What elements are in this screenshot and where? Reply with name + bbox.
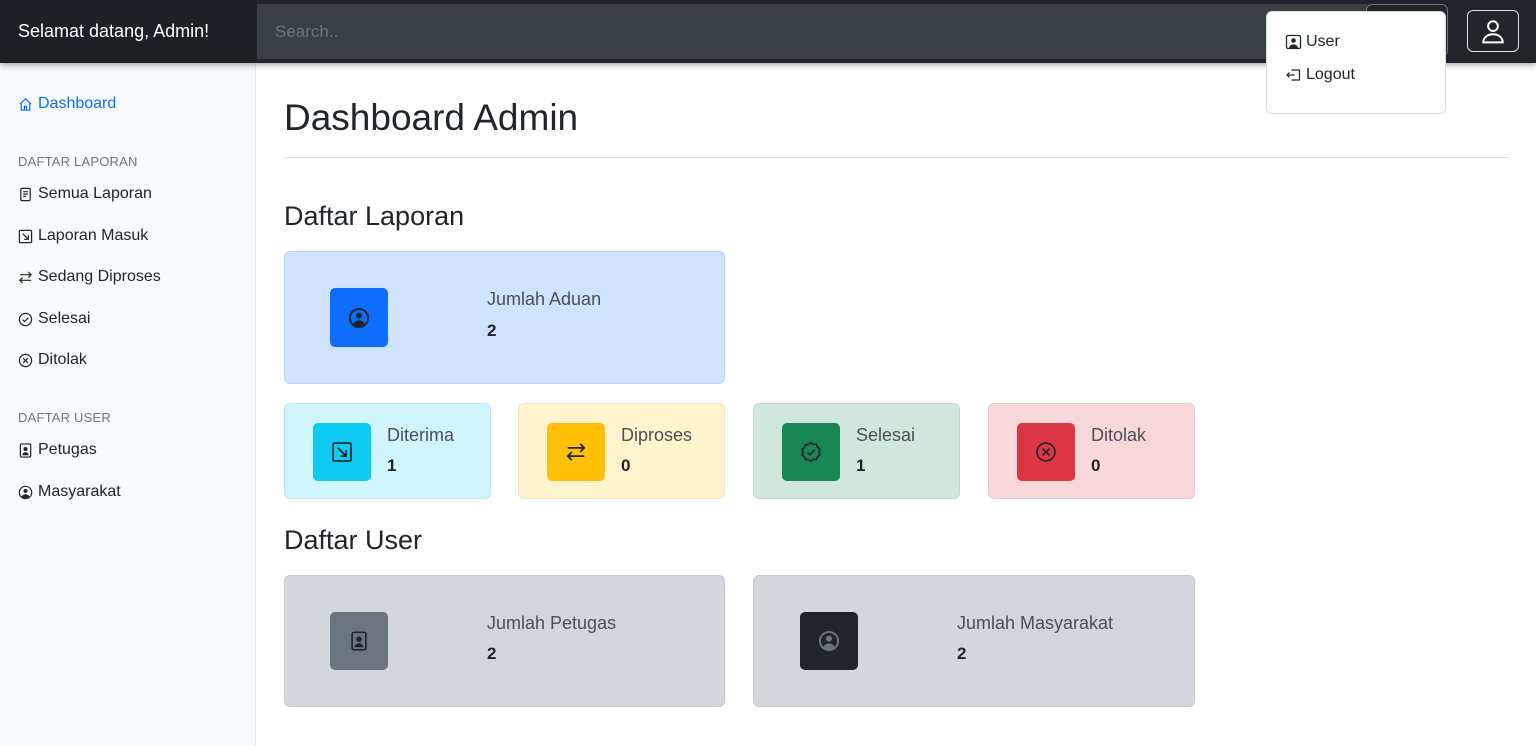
person-badge-icon [19, 442, 32, 458]
status-value: 0 [621, 456, 631, 475]
sidebar-item-laporan-masuk[interactable]: Laporan Masuk [18, 227, 148, 245]
sidebar-item-sedang-diproses[interactable]: Sedang Diproses [18, 268, 161, 286]
divider [284, 157, 1509, 158]
status-value: 1 [856, 456, 866, 475]
status-icon-box [782, 423, 840, 481]
arrow-left-right-icon [19, 270, 32, 284]
section-title-laporan: Daftar Laporan [284, 201, 465, 231]
status-card-diproses: Diproses 0 [518, 403, 725, 499]
sidebar-item-label: Sedang Diproses [38, 268, 161, 285]
aduan-card: Jumlah Aduan 2 [284, 251, 725, 384]
aduan-icon-box [330, 288, 388, 347]
x-circle-icon [18, 353, 33, 367]
person-circle-icon [348, 307, 370, 328]
sidebar-item-dashboard[interactable]: Dashboard [18, 95, 116, 113]
file-text-icon [20, 187, 31, 201]
sidebar-item-label: Laporan Masuk [38, 227, 149, 244]
logout-icon [1286, 68, 1301, 81]
sidebar-item-label: Selesai [38, 310, 91, 327]
x-circle-icon [1036, 442, 1056, 462]
person-badge-icon [1285, 34, 1302, 49]
petugas-label: Jumlah Petugas [487, 613, 617, 633]
section-title-user: Daftar User [284, 525, 423, 555]
person-circle-icon [18, 485, 33, 499]
status-label: Ditolak [1091, 425, 1147, 445]
petugas-value: 2 [487, 644, 497, 663]
status-card-diterima: Diterima 1 [284, 403, 491, 499]
sidebar-item-masyarakat[interactable]: Masyarakat [18, 483, 121, 501]
aduan-label: Jumlah Aduan [487, 289, 602, 309]
dropdown-item-label: Logout [1306, 65, 1355, 83]
person-icon [1482, 20, 1504, 44]
person-circle-icon [818, 630, 840, 652]
arrow-in-icon [332, 442, 352, 462]
sidebar-section-laporan: DAFTAR LAPORAN [18, 154, 138, 169]
dropdown-item-user[interactable]: User [1267, 25, 1445, 58]
masyarakat-icon-box [800, 612, 858, 670]
user-menu-button[interactable] [1467, 10, 1519, 52]
page-title: Dashboard Admin [284, 97, 579, 138]
person-badge-icon [351, 631, 367, 651]
petugas-card: Jumlah Petugas 2 [284, 575, 725, 707]
status-card-ditolak: Ditolak 0 [988, 403, 1195, 499]
dropdown-item-logout[interactable]: Logout [1267, 58, 1445, 91]
sidebar-section-user: DAFTAR USER [18, 410, 111, 425]
navbar-brand[interactable]: Selamat datang, Admin! [0, 0, 256, 63]
masyarakat-card: Jumlah Masyarakat 2 [753, 575, 1195, 707]
sidebar: Dashboard DAFTAR LAPORAN Semua Laporan L… [0, 63, 256, 746]
petugas-icon-box [330, 612, 388, 670]
sidebar-item-label: Semua Laporan [38, 185, 152, 202]
status-icon-box [313, 423, 371, 481]
sidebar-item-semua-laporan[interactable]: Semua Laporan [18, 185, 152, 203]
masyarakat-value: 2 [957, 644, 967, 663]
status-label: Diproses [621, 425, 693, 445]
check-badge-icon [801, 441, 821, 463]
masyarakat-label: Jumlah Masyarakat [957, 613, 1114, 633]
search-input[interactable] [257, 4, 1367, 59]
status-icon-box [1017, 423, 1075, 481]
aduan-value: 2 [487, 321, 497, 340]
sidebar-item-label: Masyarakat [38, 483, 121, 500]
check-badge-icon [18, 312, 33, 326]
sidebar-item-label: Ditolak [38, 351, 87, 368]
dropdown-item-label: User [1306, 32, 1340, 50]
status-value: 0 [1091, 456, 1101, 475]
status-icon-box [547, 423, 605, 481]
sidebar-item-selesai[interactable]: Selesai [18, 310, 90, 328]
status-label: Diterima [387, 425, 455, 445]
sidebar-item-petugas[interactable]: Petugas [18, 441, 97, 459]
status-value: 1 [387, 456, 397, 475]
arrow-left-right-icon [566, 443, 586, 461]
user-dropdown-menu: User Logout [1266, 11, 1446, 114]
arrow-in-icon [18, 229, 33, 243]
sidebar-item-ditolak[interactable]: Ditolak [18, 351, 87, 369]
sidebar-item-label: Dashboard [38, 95, 117, 112]
status-label: Selesai [856, 425, 916, 445]
sidebar-item-label: Petugas [38, 441, 97, 458]
status-card-selesai: Selesai 1 [753, 403, 960, 499]
house-icon [19, 97, 32, 111]
